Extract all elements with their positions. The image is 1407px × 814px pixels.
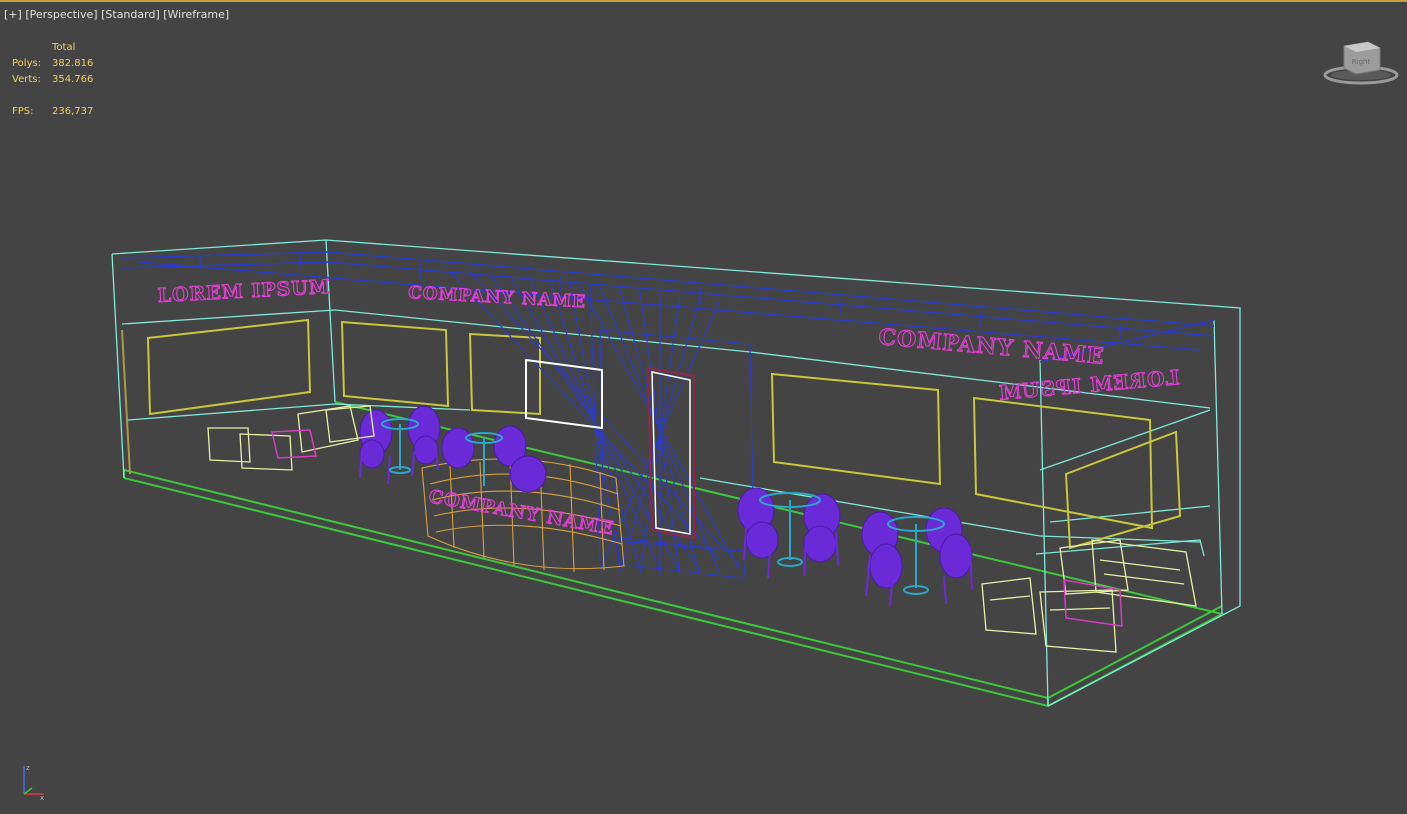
axis-tripod-icon: z x	[23, 764, 44, 802]
counter-sign: COMPANY NAME	[427, 486, 616, 539]
lounge-chairs	[207, 405, 1197, 653]
svg-text:x: x	[40, 794, 44, 802]
svg-text:z: z	[26, 764, 30, 772]
right-side-sign: LOREM IPSUM	[997, 365, 1180, 405]
floor-wireframe	[123, 401, 1225, 708]
wireframe-scene[interactable]: LOREM IPSUM COMPANY NAME COMPANY NAME LO…	[0, 0, 1407, 814]
left-wall-sign: LOREM IPSUM	[157, 276, 331, 307]
right-back-sign: COMPANY NAME	[877, 324, 1105, 370]
